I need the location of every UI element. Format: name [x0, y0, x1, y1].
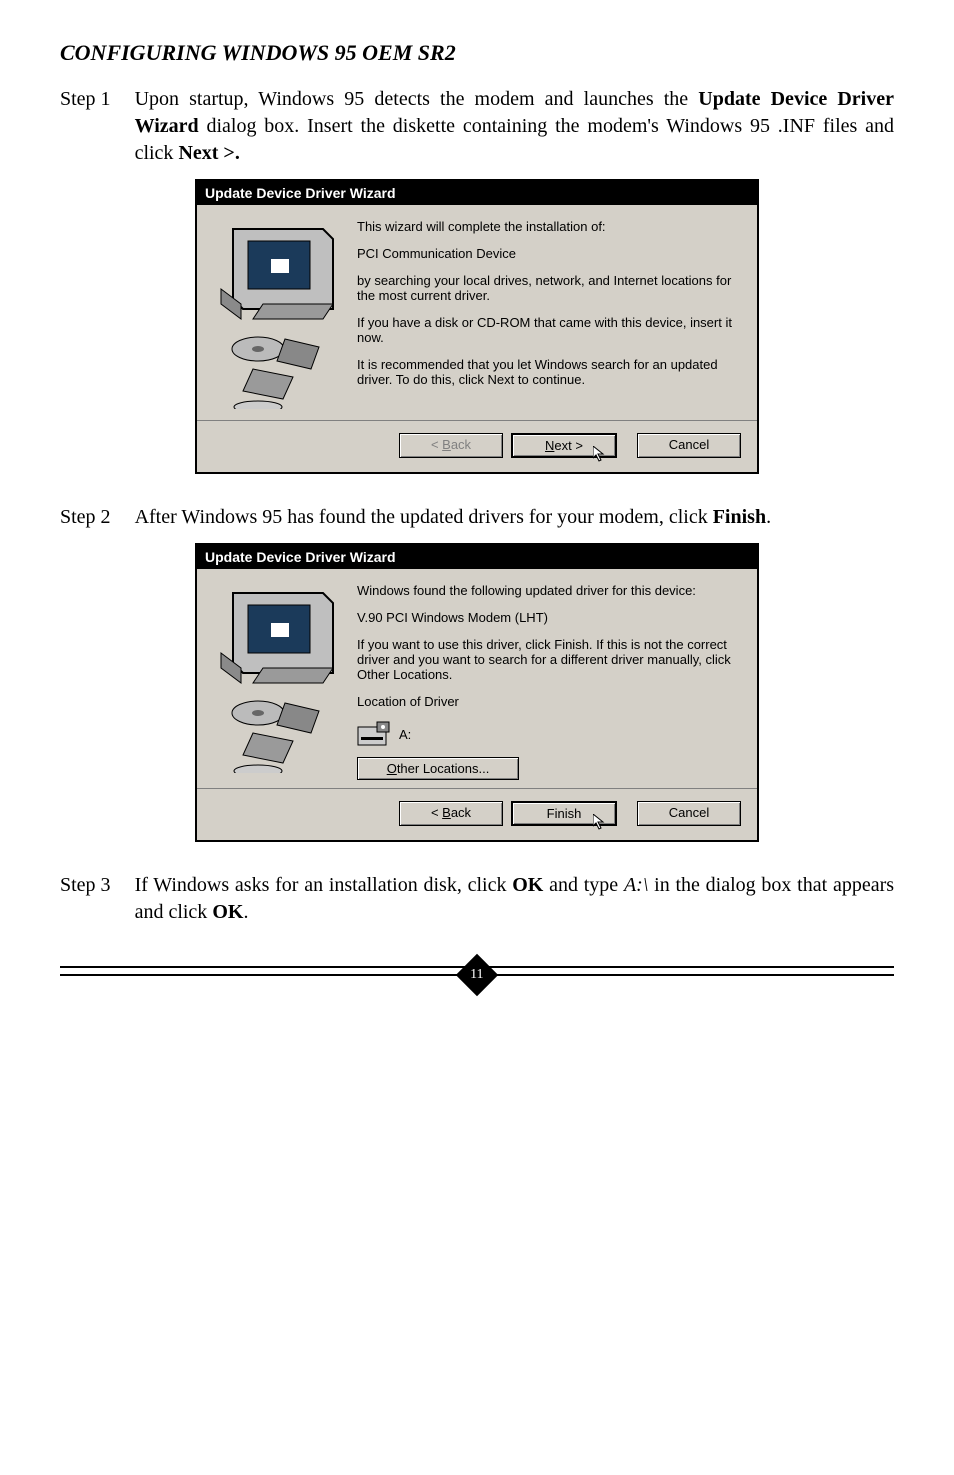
wizard-illustration — [213, 219, 343, 412]
cancel-button[interactable]: Cancel — [637, 801, 741, 826]
btn-text: B — [442, 437, 451, 452]
step-2-body: After Windows 95 has found the updated d… — [135, 504, 894, 531]
dialog-text: If you have a disk or CD-ROM that came w… — [357, 315, 741, 345]
floppy-drive-icon — [357, 721, 391, 747]
text: . — [766, 506, 771, 528]
btn-text: ack — [451, 437, 471, 452]
btn-text: < — [431, 805, 442, 820]
dialog-body: Windows found the following updated driv… — [197, 569, 757, 788]
step-3-body: If Windows asks for an installation disk… — [135, 872, 894, 926]
text: After Windows 95 has found the updated d… — [135, 506, 713, 528]
dialog-text: Location of Driver — [357, 694, 741, 709]
dialog-button-row: < Back Finish Cancel — [197, 788, 757, 840]
dialog-text: It is recommended that you let Windows s… — [357, 357, 741, 387]
update-driver-wizard-dialog: Update Device Driver Wizard This wizar — [195, 179, 759, 474]
page-number-badge: 11 — [456, 954, 498, 996]
finish-button[interactable]: Finish — [511, 801, 617, 826]
page-footer: 11 — [60, 966, 894, 990]
step-2-label: Step 2 — [60, 504, 111, 531]
text: If Windows asks for an installation disk… — [135, 874, 513, 896]
step-1-body: Upon startup, Windows 95 detects the mod… — [135, 86, 894, 167]
dialog-content: This wizard will complete the installati… — [357, 219, 741, 412]
step-1-label: Step 1 — [60, 86, 111, 113]
btn-text: B — [442, 805, 451, 820]
cursor-icon — [593, 814, 609, 830]
dialog-button-row: < Back Next > Cancel — [197, 420, 757, 472]
step-1: Step 1 Upon startup, Windows 95 detects … — [60, 86, 894, 167]
page-number: 11 — [470, 967, 483, 983]
drive-letter: A: — [399, 727, 411, 742]
dialog-2-wrap: Update Device Driver Wizard Windows fo — [60, 543, 894, 842]
btn-text: ext > — [554, 438, 583, 453]
step-2: Step 2 After Windows 95 has found the up… — [60, 504, 894, 531]
dialog-text: by searching your local drives, network,… — [357, 273, 741, 303]
text: dialog box. Insert the diskette containi… — [135, 115, 894, 164]
btn-text: N — [545, 438, 554, 453]
cancel-button[interactable]: Cancel — [637, 433, 741, 458]
btn-text: O — [387, 761, 397, 776]
update-driver-wizard-dialog: Update Device Driver Wizard Windows fo — [195, 543, 759, 842]
btn-text: ther Locations... — [397, 761, 490, 776]
step-3-label: Step 3 — [60, 872, 111, 899]
dialog-titlebar: Update Device Driver Wizard — [197, 545, 757, 569]
next-button[interactable]: Next > — [511, 433, 617, 458]
text-bold: OK — [212, 901, 243, 923]
dialog-text: This wizard will complete the installati… — [357, 219, 741, 234]
back-button[interactable]: < Back — [399, 801, 503, 826]
page-number-wrap: 11 — [60, 960, 894, 990]
text: . — [243, 901, 248, 923]
section-heading: CONFIGURING WINDOWS 95 OEM SR2 — [60, 40, 894, 66]
btn-text: Finish — [547, 806, 582, 821]
dialog-body: This wizard will complete the installati… — [197, 205, 757, 420]
text-bold: OK — [512, 874, 543, 896]
dialog-text: If you want to use this driver, click Fi… — [357, 637, 741, 682]
btn-text: ack — [451, 805, 471, 820]
device-name: V.90 PCI Windows Modem (LHT) — [357, 610, 741, 625]
computer-cd-icon — [213, 219, 343, 409]
dialog-1-wrap: Update Device Driver Wizard This wizar — [60, 179, 894, 474]
computer-cd-icon — [213, 583, 343, 773]
dialog-content: Windows found the following updated driv… — [357, 583, 741, 780]
dialog-text: Windows found the following updated driv… — [357, 583, 741, 598]
text: and type — [543, 874, 624, 896]
step-3: Step 3 If Windows asks for an installati… — [60, 872, 894, 926]
text: Upon startup, Windows 95 detects the mod… — [135, 88, 699, 110]
dialog-titlebar: Update Device Driver Wizard — [197, 181, 757, 205]
btn-text: < — [431, 437, 442, 452]
text-bold: Next >. — [178, 142, 239, 164]
cursor-icon — [593, 446, 609, 462]
drive-location: A: — [357, 721, 741, 747]
back-button: < Back — [399, 433, 503, 458]
text-italic: A:\ — [624, 874, 648, 896]
other-locations-button[interactable]: Other Locations... — [357, 757, 519, 780]
device-name: PCI Communication Device — [357, 246, 741, 261]
wizard-illustration — [213, 583, 343, 780]
text-bold: Finish — [713, 506, 766, 528]
